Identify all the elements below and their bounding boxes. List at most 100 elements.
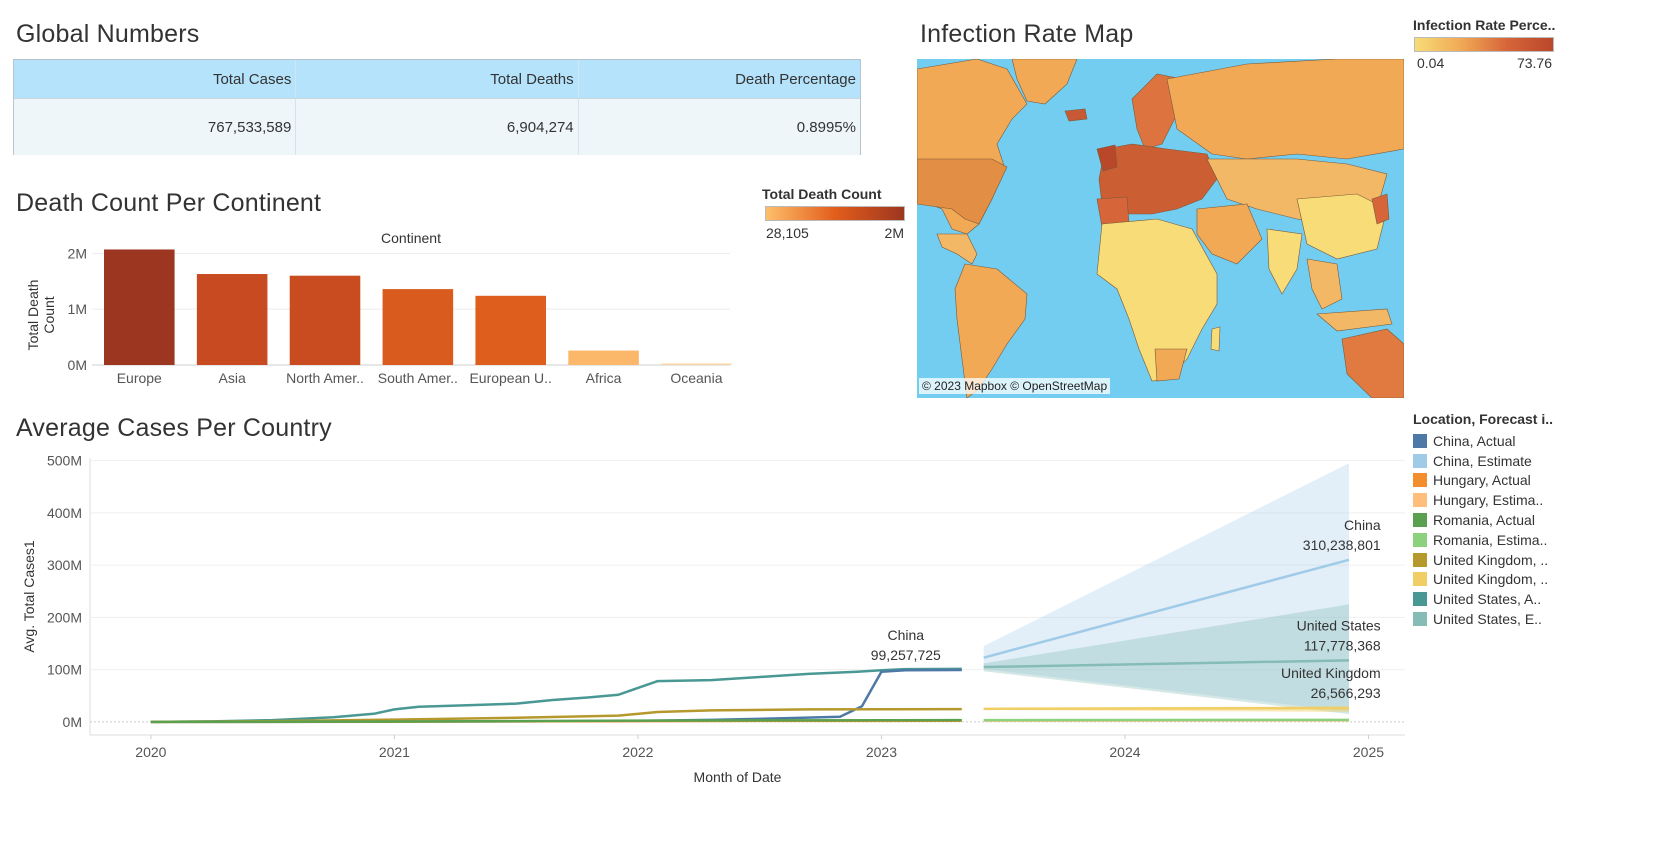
bar-europe: [104, 249, 175, 365]
annotation-value-0: 99,257,725: [871, 647, 941, 663]
bar-x-label: North Amer..: [286, 370, 364, 386]
map-iceland: [1064, 108, 1088, 122]
global-numbers-header-row: Total Cases Total Deaths Death Percentag…: [14, 60, 860, 98]
annotation-name-0: China: [887, 627, 924, 643]
legend-swatch: [1413, 473, 1427, 488]
bar-x-label: Europe: [117, 370, 162, 386]
bar-south-amer-: [382, 289, 454, 365]
map-australia: [1341, 328, 1404, 398]
annotation-value-2: 117,778,368: [1304, 637, 1381, 653]
line-y-tick: 100M: [47, 662, 82, 678]
map-southern-africa: [1154, 348, 1188, 382]
bar-x-label: European U..: [469, 370, 552, 386]
bar-y-label-line: Total Death: [25, 280, 41, 351]
infection-legend-gradient: [1414, 37, 1554, 52]
legend-swatch: [1413, 532, 1427, 547]
infection-rate-map[interactable]: [917, 59, 1404, 398]
legend-swatch: [1413, 572, 1427, 587]
header-death-percentage[interactable]: Death Percentage: [579, 60, 860, 98]
legend-item[interactable]: China, Estimate: [1413, 451, 1655, 471]
death-count-bar-chart: Continent 0M 1M 2M Total DeathCount Europe Asi…: [25, 230, 732, 386]
legend-item[interactable]: United States, A..: [1413, 589, 1655, 609]
death-legend-title: Total Death Count: [762, 186, 882, 202]
average-cases-title: Average Cases Per Country: [16, 414, 332, 442]
bar-y-tick: 2M: [68, 245, 87, 261]
map-indonesia: [1316, 308, 1393, 332]
header-total-cases[interactable]: Total Cases: [14, 60, 297, 98]
legend-label: United States, E..: [1433, 611, 1542, 628]
value-total-deaths[interactable]: 6,904,274: [296, 99, 579, 155]
bar-y-tick: 1M: [68, 301, 87, 317]
value-death-percentage[interactable]: 0.8995%: [579, 99, 860, 155]
legend-swatch: [1413, 493, 1427, 508]
legend-label: Hungary, Estima..: [1433, 492, 1544, 509]
annotation-name-1: China: [1344, 517, 1381, 533]
map-se-asia: [1306, 258, 1343, 310]
legend-swatch: [1413, 612, 1427, 627]
continent-header: Continent: [381, 230, 441, 246]
bar-x-label: South Amer..: [378, 370, 458, 386]
global-numbers-title: Global Numbers: [16, 20, 200, 48]
death-count-title: Death Count Per Continent: [16, 189, 322, 217]
legend-label: China, Estimate: [1433, 452, 1532, 469]
bar-x-label: Oceania: [670, 370, 722, 386]
annotation-value-3: 26,566,293: [1311, 685, 1381, 701]
legend-label: Romania, Actual: [1433, 512, 1535, 529]
bar-y-label-line: Count: [41, 296, 57, 333]
legend-swatch: [1413, 552, 1427, 567]
series-legend-title: Location, Forecast i..: [1413, 411, 1554, 427]
legend-swatch: [1413, 433, 1427, 448]
map-usa: [917, 158, 1008, 225]
line-y-tick: 200M: [47, 609, 82, 625]
world-map: [917, 59, 1404, 398]
line-x-tick: 2022: [622, 744, 653, 760]
death-legend-min: 28,105: [766, 225, 809, 241]
value-total-cases[interactable]: 767,533,589: [14, 99, 297, 155]
line-y-tick: 0M: [63, 714, 82, 730]
annotation-value-1: 310,238,801: [1303, 537, 1381, 553]
legend-item[interactable]: Hungary, Estima..: [1413, 490, 1655, 510]
bar-european-u-: [475, 295, 546, 365]
legend-label: Romania, Estima..: [1433, 531, 1548, 548]
infection-map-title: Infection Rate Map: [920, 20, 1134, 48]
infection-legend-max: 73.76: [1516, 55, 1552, 71]
series-line-1: [150, 668, 962, 724]
annotation-name-2: United States: [1297, 617, 1381, 633]
bar-north-amer-: [289, 275, 361, 365]
death-legend-max: 2M: [884, 225, 904, 241]
series-line-0: [150, 667, 962, 724]
map-madagascar: [1210, 326, 1221, 352]
global-numbers-table: Total Cases Total Deaths Death Percentag…: [13, 59, 861, 155]
map-india: [1266, 228, 1303, 295]
line-x-tick: 2020: [135, 744, 166, 760]
legend-item[interactable]: Romania, Actual: [1413, 510, 1655, 530]
map-uk: [1096, 144, 1118, 172]
series-legend: Location, Forecast i.. China, Actual Chin…: [1413, 411, 1655, 629]
global-numbers-value-row: 767,533,589 6,904,274 0.8995%: [14, 98, 860, 155]
line-y-tick: 500M: [47, 453, 82, 469]
bar-x-label: Asia: [219, 370, 246, 386]
line-x-tick: 2025: [1353, 744, 1384, 760]
line-y-tick: 300M: [47, 557, 82, 573]
bar-africa: [568, 350, 639, 365]
legend-item[interactable]: Romania, Estima..: [1413, 530, 1655, 550]
header-total-deaths[interactable]: Total Deaths: [296, 60, 579, 98]
line-x-label: Month of Date: [694, 769, 782, 785]
legend-item[interactable]: United Kingdom, ..: [1413, 570, 1655, 590]
legend-item[interactable]: United States, E..: [1413, 609, 1655, 629]
bar-y-label: Total DeathCount: [25, 280, 57, 351]
legend-label: China, Actual: [1433, 432, 1516, 449]
infection-legend-title: Infection Rate Perce..: [1413, 17, 1556, 33]
legend-item[interactable]: China, Actual: [1413, 431, 1655, 451]
infection-legend-min: 0.04: [1417, 55, 1445, 71]
legend-swatch: [1413, 453, 1427, 468]
bar-y-tick: 0M: [68, 357, 87, 373]
bar-x-label: Africa: [586, 370, 622, 386]
legend-label: United Kingdom, ..: [1433, 551, 1549, 568]
line-x-tick: 2021: [379, 744, 410, 760]
legend-item[interactable]: United Kingdom, ..: [1413, 550, 1655, 570]
legend-label: United States, A..: [1433, 591, 1542, 608]
legend-swatch: [1413, 513, 1427, 528]
legend-item[interactable]: Hungary, Actual: [1413, 471, 1655, 491]
bar-oceania: [661, 363, 732, 365]
